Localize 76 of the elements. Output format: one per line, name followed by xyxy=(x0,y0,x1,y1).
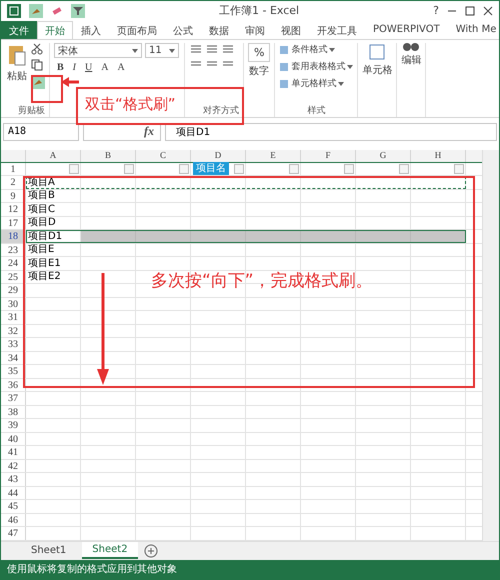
table-cell: 项目D1 xyxy=(28,230,62,243)
sheet-tab[interactable]: Sheet1 xyxy=(21,543,76,558)
table-cell: 项目E2 xyxy=(28,270,61,284)
formula-field[interactable]: 项目D1 xyxy=(165,122,497,141)
table-cell: 项目E xyxy=(28,243,54,256)
dropdown-caret-icon xyxy=(338,82,344,86)
row-header[interactable]: 1 xyxy=(1,162,26,176)
highlight-frame xyxy=(31,75,63,103)
column-header[interactable]: H xyxy=(411,150,466,162)
dropdown-caret-icon xyxy=(347,64,354,69)
vertical-scrollbar[interactable] xyxy=(482,150,499,541)
column-header[interactable]: C xyxy=(136,150,191,162)
column-header[interactable]: A xyxy=(26,150,81,162)
underline-button[interactable]: U xyxy=(82,62,96,74)
row-header[interactable]: 18 xyxy=(1,230,26,243)
excel-logo-icon xyxy=(7,4,21,18)
binoculars-icon xyxy=(403,43,420,52)
arrow-annotation xyxy=(61,77,79,87)
selected-cell xyxy=(246,230,301,243)
paintbrush-icon xyxy=(32,8,40,14)
selected-cell xyxy=(136,230,191,243)
table-style-icon xyxy=(279,44,290,55)
account-menu[interactable]: With Me xyxy=(448,21,499,40)
table-style-icon xyxy=(279,62,290,72)
dropdown-caret-icon xyxy=(329,48,336,52)
column-header[interactable]: B xyxy=(81,150,136,162)
insert-function-button[interactable]: fx xyxy=(83,122,161,141)
font-name-dropdown[interactable]: 宋体 xyxy=(54,43,142,58)
selected-cell xyxy=(356,230,411,243)
selected-cell xyxy=(81,230,136,243)
selected-cell xyxy=(411,230,466,243)
cell-icon xyxy=(368,43,386,62)
group-label: 对齐方式 xyxy=(202,104,239,117)
group-label: 剪贴板 xyxy=(17,104,45,117)
font-size-dropdown[interactable]: 11 xyxy=(145,43,179,58)
dropdown-caret-icon xyxy=(132,48,138,53)
dropdown-caret-icon xyxy=(169,48,175,53)
filter-icon[interactable] xyxy=(71,4,85,18)
grow-font-button[interactable]: A xyxy=(98,62,112,74)
italic-button[interactable]: I xyxy=(70,62,80,74)
group-label: 样式 xyxy=(306,104,326,117)
bold-button[interactable]: B xyxy=(54,62,67,74)
cells-button[interactable]: 单元格 xyxy=(362,43,392,78)
selected-cell xyxy=(301,230,356,243)
help-button[interactable]: ? xyxy=(433,4,439,18)
column-header[interactable]: E xyxy=(246,150,301,162)
styles-menu-item[interactable]: 单元格样式 xyxy=(279,77,344,90)
add-sheet-icon[interactable] xyxy=(144,544,158,558)
name-box[interactable]: A18 xyxy=(3,122,79,141)
table-cell: 项目E1 xyxy=(28,256,61,270)
column-header[interactable]: F xyxy=(301,150,356,162)
status-text: 使用鼠标将复制的格式应用到其他对象 xyxy=(1,560,499,579)
format-painter-button[interactable] xyxy=(29,4,43,18)
table-cell: 项目C xyxy=(28,202,55,216)
table-cell: 项目D xyxy=(28,216,56,230)
scissors-icon[interactable] xyxy=(31,43,43,56)
styles-menu-item[interactable]: 套用表格格式 xyxy=(279,60,354,74)
file-tab[interactable]: 文件 xyxy=(1,21,37,40)
shrink-font-button[interactable]: A xyxy=(114,62,128,74)
paste-button[interactable]: 粘贴 xyxy=(7,43,27,84)
column-header[interactable]: G xyxy=(356,150,411,162)
table-style-icon xyxy=(279,78,290,89)
annotation-text: 多次按“向下”，完成格式刷。 xyxy=(151,270,373,292)
paintbrush-icon xyxy=(34,79,42,86)
annotation-text: 双击“格式刷” xyxy=(85,95,176,114)
styles-menu-item[interactable]: 条件格式 xyxy=(279,43,336,56)
window-title: 工作簿1 - Excel xyxy=(218,3,300,18)
ribbon-tab[interactable]: 开始 xyxy=(37,21,73,40)
sheet-tab[interactable]: Sheet2 xyxy=(82,542,138,560)
copy-icon[interactable] xyxy=(31,59,43,72)
editing-button[interactable]: 编辑 xyxy=(401,43,422,68)
selected-cell xyxy=(191,230,246,243)
maximize-icon[interactable] xyxy=(465,6,475,16)
table-cell: 项目名 xyxy=(193,162,229,176)
table-cell: 项目B xyxy=(28,189,55,202)
close-icon[interactable] xyxy=(483,6,493,16)
